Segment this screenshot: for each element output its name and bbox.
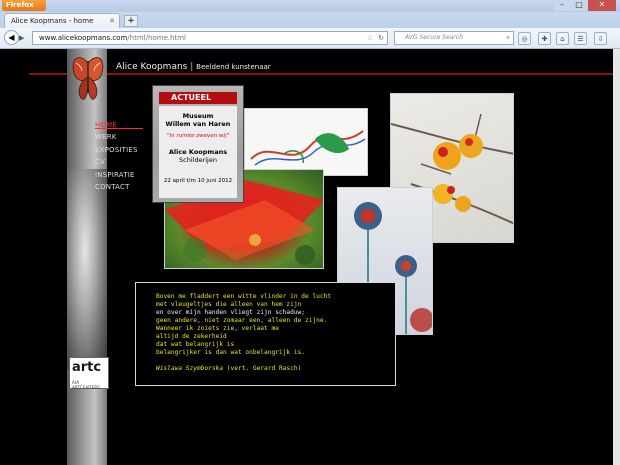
address-bar[interactable]: www.alicekoopmans.com/html/home.html ☆ ↻	[32, 31, 388, 45]
tab-strip: Alice Koopmans - home ✕ +	[0, 12, 620, 28]
nav-item-exposities[interactable]: EXPOSITIES	[95, 144, 138, 156]
site-header: Alice Koopmans | Beeldend kunstenaar	[116, 62, 271, 72]
addon-icon[interactable]: ✚	[538, 32, 551, 45]
poster-line: Schilderijen	[179, 156, 217, 164]
nav-item-inspiratie[interactable]: INSPIRATIE	[95, 169, 138, 181]
poem-line: belangrijker is dan wat onbelangrijk is.	[156, 349, 306, 356]
poem-line: geen andere, niet zomaar een, alleen de …	[156, 317, 328, 324]
home-icon[interactable]: ⌂	[556, 32, 569, 45]
tab-home[interactable]: Alice Koopmans - home ✕	[4, 13, 120, 28]
close-tab-icon[interactable]: ✕	[109, 14, 115, 28]
url-path: /html/home.html	[127, 34, 186, 42]
poem-line: Boven me fladdert een witte vlinder in d…	[156, 293, 332, 300]
nav-item-werk[interactable]: WERK	[95, 131, 138, 143]
artc-logo[interactable]: artc AIA ARTCENTERS	[69, 357, 109, 390]
bookmark-star-icon[interactable]: ☆	[367, 32, 373, 44]
nav-item-cv[interactable]: CV	[95, 156, 138, 168]
poem-translator: (vert. Gerard Rasch)	[226, 365, 302, 372]
photo-glass-swirl[interactable]	[244, 108, 368, 176]
site-name: Alice Koopmans	[116, 62, 188, 72]
page-scrollbar[interactable]	[613, 49, 620, 465]
bookmarks-icon[interactable]: ☰	[574, 32, 587, 45]
firefox-menu-button[interactable]: Firefox	[2, 0, 46, 11]
poem-credit: Wislawa Szymborska (vert. Gerard Rasch)	[156, 365, 301, 372]
reload-icon[interactable]: ↻	[378, 32, 384, 44]
poster-line: Alice Koopmans	[168, 148, 228, 156]
poster-line: Museum	[182, 112, 214, 120]
forward-button[interactable]: ▶	[19, 33, 29, 43]
sidebar-portrait	[67, 169, 107, 369]
poster-dates: 22 april t/m 10 juni 2012	[163, 178, 233, 184]
artc-logo-text: artc	[72, 360, 102, 375]
navigation-toolbar: ◀ ▶ www.alicekoopmans.com/html/home.html…	[0, 28, 620, 49]
search-placeholder: AVG Secure Search	[405, 34, 463, 41]
main-navigation: HOME WERK EXPOSITIES CV INSPIRATIE CONTA…	[95, 119, 143, 193]
poster-header: ACTUEEL	[159, 92, 237, 104]
poster-body: Museum Willem van Haren "In ruimte zweve…	[159, 106, 237, 198]
header-separator: |	[190, 62, 194, 72]
close-window-icon[interactable]: ✕	[588, 0, 616, 11]
site-subtitle: Beeldend kunstenaar	[196, 63, 271, 71]
maximize-icon[interactable]: □	[571, 0, 587, 11]
download-icon[interactable]: ⇩	[594, 32, 607, 45]
nav-active-underline	[95, 128, 143, 129]
actueel-poster[interactable]: ACTUEEL Museum Willem van Haren "In ruim…	[152, 85, 244, 203]
poem-line: dat wat belangrijk is	[156, 341, 235, 348]
nav-item-contact[interactable]: CONTACT	[95, 181, 138, 193]
back-button[interactable]: ◀	[4, 30, 19, 45]
minimize-icon[interactable]: –	[554, 0, 570, 11]
search-icon[interactable]: ⌕	[507, 32, 510, 44]
search-input[interactable]: AVG Secure Search ⌕	[394, 31, 514, 45]
new-tab-button[interactable]: +	[124, 15, 138, 27]
poem-line: Wanneer ik zoiets zie, verlaat me	[156, 325, 279, 332]
webpage-viewport: Alice Koopmans | Beeldend kunstenaar HOM…	[0, 49, 620, 465]
poster-line: Willem van Haren	[165, 120, 231, 128]
poem-author: Wislawa Szymborska	[156, 365, 224, 372]
nav-item-home[interactable]: HOME	[95, 119, 138, 131]
poem-line: altijd de zekerheid	[156, 333, 227, 340]
artc-logo-tagline: AIA ARTCENTERS	[72, 380, 101, 390]
poem-line: en over mijn handen vliegt zijn schaduw;	[156, 309, 306, 316]
url-host: www.alicekoopmans.com	[39, 34, 128, 42]
butterfly-logo-icon	[72, 57, 104, 100]
poster-quote: "In ruimte zweven wij"	[166, 133, 230, 139]
header-rule	[29, 73, 613, 75]
tab-title: Alice Koopmans - home	[11, 17, 94, 25]
window-titlebar: Firefox – □ ✕	[0, 0, 620, 12]
poem-line: met vleugeltjes die alleen van hem zijn	[156, 301, 302, 308]
avg-toolbar-icon[interactable]: ◎	[518, 32, 531, 45]
poem-box: Boven me fladdert een witte vlinder in d…	[135, 282, 396, 386]
